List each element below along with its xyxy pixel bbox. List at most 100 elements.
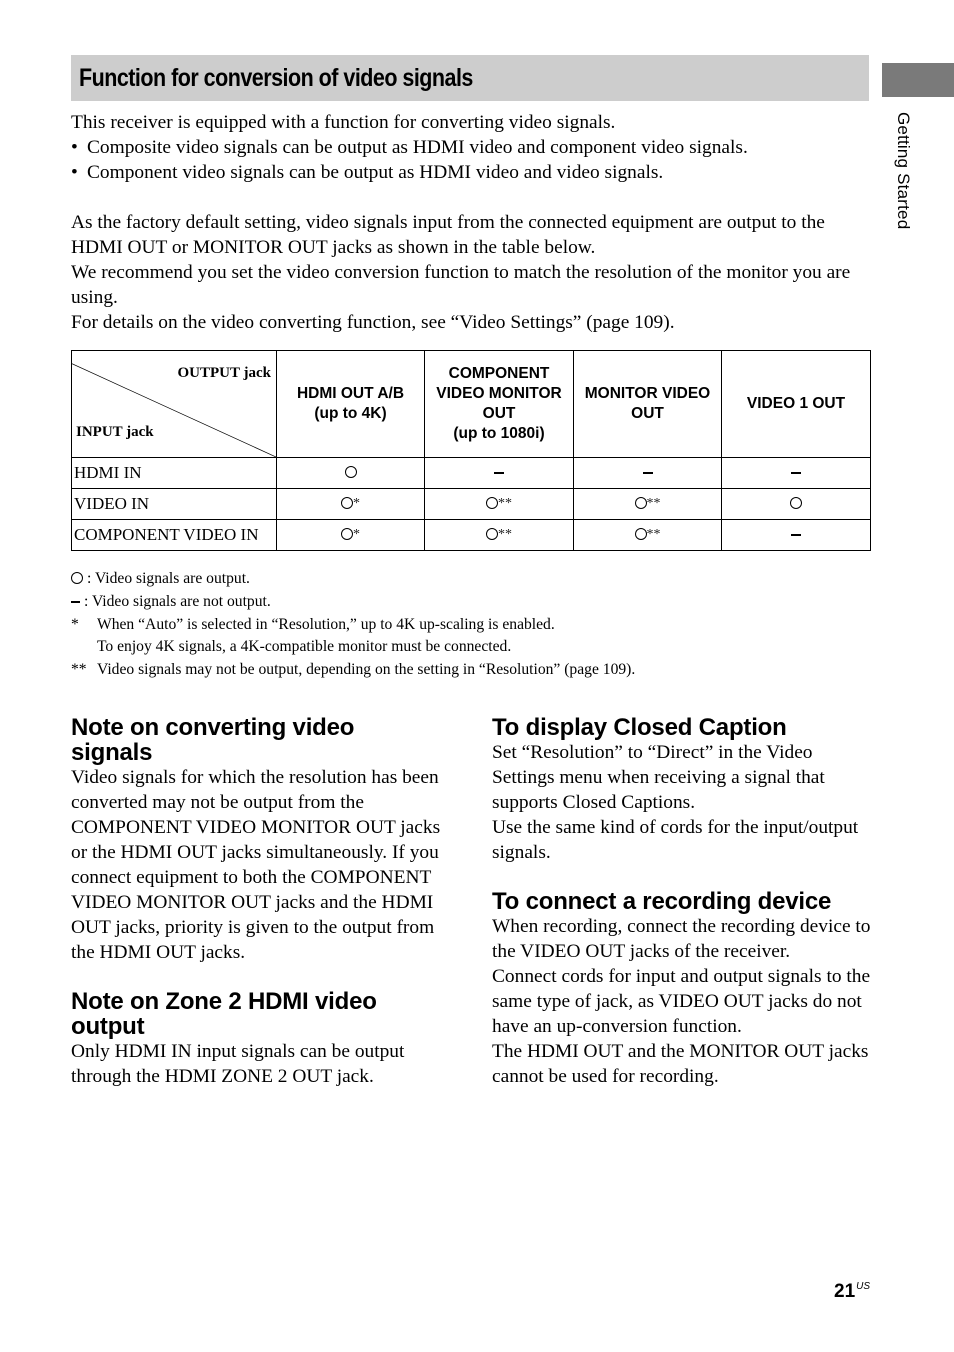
- circle-icon: [790, 496, 802, 509]
- intro-paragraph: For details on the video converting func…: [71, 312, 675, 333]
- circle-icon: [634, 527, 647, 540]
- column-header: HDMI OUT A/B (up to 4K): [276, 350, 425, 458]
- column-header: MONITOR VIDEO OUT: [573, 350, 722, 458]
- section-zone2: Note on Zone 2 HDMI video output Only HD…: [71, 989, 456, 1089]
- row-header: VIDEO IN: [71, 488, 277, 520]
- bullet-text: Composite video signals can be output as…: [87, 137, 748, 158]
- footnote-ref: **: [646, 526, 661, 542]
- table-header-row: OUTPUT jack INPUT jack HDMI OUT A/B (up t…: [71, 350, 871, 458]
- output-jack-label: OUTPUT jack: [177, 365, 271, 381]
- section-heading: To connect a recording device: [492, 888, 832, 915]
- intro-paragraphs: As the factory default setting, video si…: [71, 210, 871, 335]
- footnote-text: Video signals may not be output, dependi…: [97, 661, 636, 679]
- page-number: 21US: [834, 1281, 870, 1303]
- intro-lead: This receiver is equipped with a functio…: [71, 112, 616, 133]
- dash-icon: [71, 601, 80, 604]
- table-cell: **: [424, 488, 574, 520]
- column-header-line: VIDEO 1 OUT: [746, 395, 846, 412]
- table-cell: [721, 457, 871, 489]
- footnote-text: When “Auto” is selected in “Resolution,”…: [97, 615, 555, 633]
- table-row: HDMI IN: [71, 457, 871, 489]
- table-cell: [721, 519, 871, 551]
- column-header: VIDEO 1 OUT: [721, 350, 871, 458]
- circle-icon: [486, 527, 498, 540]
- column-header-line: OUT: [631, 405, 664, 422]
- table-cell: [721, 488, 871, 520]
- heading-line: signals: [71, 739, 153, 766]
- column-header-line: (up to 1080i): [453, 425, 545, 442]
- column-header-line: (up to 4K): [314, 405, 387, 422]
- bullet-text: Component video signals can be output as…: [87, 162, 664, 183]
- bullet-icon: •: [71, 137, 78, 158]
- right-column: To display Closed Caption Set “Resolutio…: [492, 715, 877, 1113]
- footnote-ref: **: [498, 495, 512, 511]
- table-cell: **: [573, 519, 722, 551]
- table-corner-cell: OUTPUT jack INPUT jack: [71, 350, 277, 458]
- page-title: Function for conversion of video signals: [79, 63, 473, 92]
- dash-icon: [791, 534, 801, 537]
- table-cell: [573, 457, 722, 489]
- section-body: Use the same kind of cords for the input…: [492, 817, 859, 863]
- footnote-mark: **: [71, 661, 87, 679]
- dash-icon: [494, 472, 504, 475]
- table-notes: : Video signals are output. : Video sign…: [71, 568, 831, 682]
- dash-icon: [791, 472, 801, 475]
- circle-icon: [634, 496, 647, 509]
- column-header: COMPONENT VIDEO MONITOR OUT (up to 1080i): [424, 350, 574, 458]
- table-cell: *: [276, 519, 425, 551]
- heading-line: output: [71, 1013, 145, 1040]
- table-cell: **: [424, 519, 574, 551]
- chapter-tab-label: Getting Started: [894, 112, 913, 230]
- section-body: Connect cords for input and output signa…: [492, 966, 871, 1037]
- footnote-text: To enjoy 4K signals, a 4K-compatible mon…: [97, 638, 512, 656]
- column-header-line: OUT: [482, 405, 516, 422]
- dash-icon: [642, 472, 653, 475]
- circle-icon: [486, 496, 498, 509]
- section-heading: Note on Zone 2 HDMI video output: [71, 989, 456, 1039]
- chapter-tab-marker: [882, 63, 954, 97]
- column-header-line: COMPONENT: [448, 365, 550, 382]
- legend-output: : Video signals are output.: [71, 568, 831, 591]
- footnote-ref: **: [646, 495, 661, 511]
- section-closed-caption: To display Closed Caption Set “Resolutio…: [492, 715, 877, 865]
- circle-icon: [341, 496, 353, 509]
- section-heading: Note on converting video signals: [71, 715, 456, 765]
- footnote: * When “Auto” is selected in “Resolution…: [71, 614, 831, 660]
- page-region-suffix: US: [856, 1281, 871, 1292]
- input-jack-label: INPUT jack: [76, 424, 154, 440]
- footnote-ref: **: [498, 526, 512, 542]
- circle-icon: [341, 527, 353, 540]
- section-body: Video signals for which the resolution h…: [71, 767, 441, 963]
- section-title-bar: Function for conversion of video signals: [71, 55, 869, 101]
- footnote-ref: *: [353, 495, 360, 511]
- row-header: HDMI IN: [71, 457, 277, 489]
- intro-paragraph: As the factory default setting, video si…: [71, 212, 825, 258]
- intro-paragraph: We recommend you set the video conversio…: [71, 262, 851, 308]
- section-converting: Note on converting video signals Video s…: [71, 715, 456, 965]
- footnote-mark: *: [71, 615, 79, 633]
- section-heading: To display Closed Caption: [492, 714, 787, 741]
- intro-bullet: • Component video signals can be output …: [71, 160, 871, 185]
- footnote: ** Video signals may not be output, depe…: [71, 659, 831, 682]
- legend-output-text: : Video signals are output.: [87, 570, 250, 587]
- bullet-icon: •: [71, 162, 78, 183]
- table-cell: [424, 457, 574, 489]
- table-cell: [276, 457, 425, 489]
- footnote-ref: *: [353, 526, 360, 542]
- section-recording: To connect a recording device When recor…: [492, 889, 877, 1089]
- conversion-table: OUTPUT jack INPUT jack HDMI OUT A/B (up t…: [71, 350, 871, 551]
- column-header-line: HDMI OUT A/B: [296, 385, 405, 402]
- row-header: COMPONENT VIDEO IN: [71, 519, 277, 551]
- intro-block: This receiver is equipped with a functio…: [71, 110, 871, 185]
- left-column: Note on converting video signals Video s…: [71, 715, 456, 1113]
- table-cell: **: [573, 488, 722, 520]
- section-body: Only HDMI IN input signals can be output…: [71, 1041, 405, 1087]
- section-body: When recording, connect the recording de…: [492, 916, 871, 962]
- circle-icon: [344, 465, 357, 478]
- section-body: The HDMI OUT and the MONITOR OUT jacks c…: [492, 1041, 869, 1087]
- table-row: COMPONENT VIDEO IN * ** **: [71, 519, 871, 551]
- column-header-line: VIDEO MONITOR: [436, 385, 562, 402]
- heading-line: Note on converting video: [71, 714, 355, 741]
- table-cell: *: [276, 488, 425, 520]
- intro-bullet: • Composite video signals can be output …: [71, 135, 871, 160]
